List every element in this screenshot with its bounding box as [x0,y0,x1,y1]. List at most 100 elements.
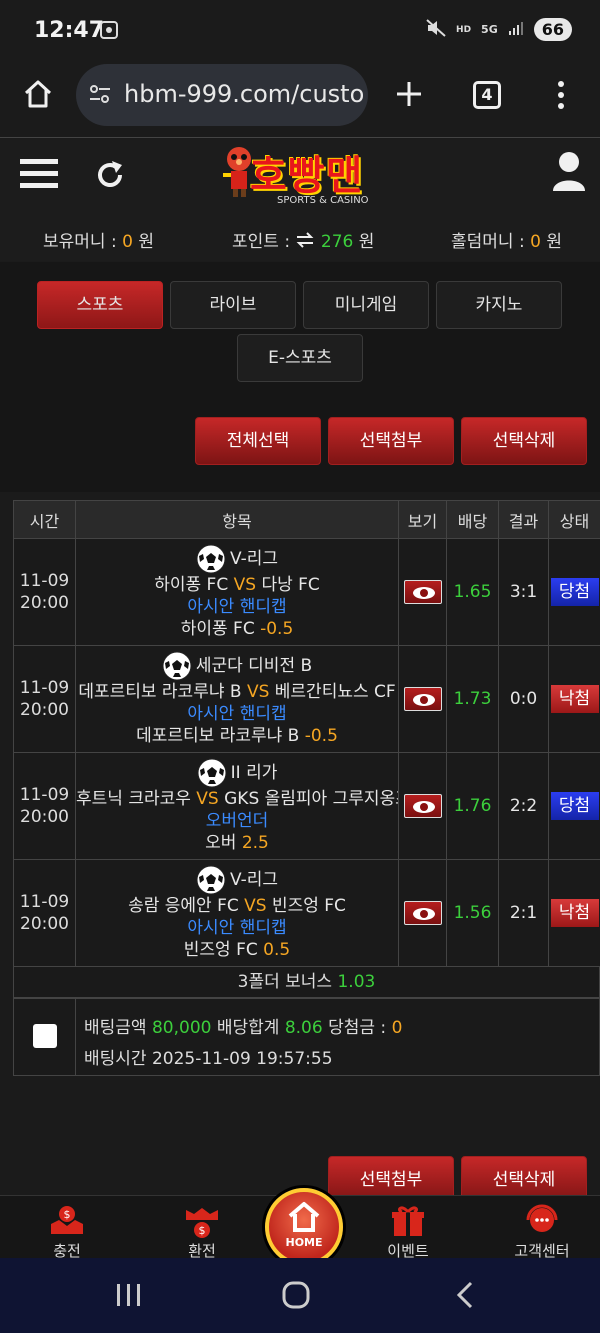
money-balance: 보유머니 : 0 원 [43,232,154,252]
nav-event[interactable]: 이벤트 [358,1204,458,1261]
hd-voice-icon: HD [456,24,472,35]
eye-icon [412,694,435,706]
result-score: 2:2 [498,752,549,860]
holdem-balance: 홀덤머니 : 0 원 [451,232,562,252]
new-tab-icon[interactable] [395,80,423,112]
deposit-icon: $ [51,1206,83,1234]
view-cell [398,538,447,646]
gift-icon [392,1206,424,1236]
tab-casino[interactable]: 카지노 [436,281,562,329]
nav-deposit[interactable]: $ 충전 [17,1204,117,1261]
header-view: 보기 [398,500,447,539]
browser-toolbar: hbm-999.com/custo 4 [0,60,600,138]
bet-summary: 배팅금액 80,000 배당합계 8.06 당첨금 : 0 배팅시간 2025-… [13,998,600,1076]
market-type: 아시안 핸디캡 [187,597,287,617]
status-cell: 당첨 [548,538,600,646]
system-icons: HD 5G 66 [426,18,572,41]
folder-bonus: 3폴더 보너스 1.03 [13,966,600,998]
nav-withdraw[interactable]: $ 환전 [152,1204,252,1261]
match-teams: 데포르티보 라코루냐 B VS 베르간티뇨스 CF [78,682,396,702]
bet-time-cell: 11-09 20:00 [13,859,76,967]
recent-apps-icon[interactable] [116,1283,142,1311]
bet-pick: 오버 2.5 [205,833,269,853]
result-score: 3:1 [498,538,549,646]
network-label: 5G [481,23,498,36]
bet-select-checkbox[interactable] [33,1024,57,1048]
attach-selected-button[interactable]: 선택첨부 [328,417,454,465]
table-row: 11-09 20:00 세군다 디비전 B 데포르티보 라코루냐 B VS 베르… [13,645,600,753]
table-row: 11-09 20:00 II 리가 후트닉 크라코우 VS GKS 올림피아 그… [13,752,600,860]
site-logo[interactable]: 호빵맨 [250,143,363,201]
clock: 12:47 [34,18,105,43]
odds-value: 1.65 [446,538,499,646]
view-details-button[interactable] [403,794,442,818]
tab-live[interactable]: 라이브 [170,281,296,329]
system-home-icon[interactable] [282,1281,310,1313]
bet-time: 배팅시간 2025-11-09 19:57:55 [84,1049,333,1069]
status-bar: 12:47 HD 5G 66 [0,0,600,60]
league-name: V-리그 [229,549,279,569]
soccer-ball-icon [162,651,192,681]
view-cell [398,752,447,860]
odds-value: 1.73 [446,645,499,753]
back-icon[interactable] [455,1281,475,1313]
site-logo-subtitle: SPORTS & CASINO [277,195,369,206]
site-settings-icon[interactable] [88,82,112,106]
tab-sports[interactable]: 스포츠 [37,281,163,329]
refresh-icon[interactable] [94,159,126,195]
select-all-button[interactable]: 전체선택 [195,417,321,465]
site-header: 호빵맨 SPORTS & CASINO 보유머니 : 0 원 포인트 : 276… [0,139,600,261]
status-cell: 낙첨 [548,859,600,967]
category-menu: 스포츠 라이브 미니게임 카지노 E-스포츠 전체선택 선택첨부 선택삭제 [0,262,600,492]
address-bar[interactable]: hbm-999.com/custo [76,64,368,126]
status-badge: 낙첨 [550,685,599,713]
header-result: 결과 [498,500,549,539]
header-time: 시간 [13,500,76,539]
signal-icon [508,20,524,40]
eye-icon [412,801,435,813]
view-details-button[interactable] [403,687,442,711]
bet-pick: 빈즈엉 FC 0.5 [183,940,291,960]
bet-pick: 데포르티보 라코루냐 B -0.5 [136,726,338,746]
eye-icon [412,908,435,920]
bet-item-cell: V-리그 하이퐁 FC VS 다낭 FC 아시안 핸디캡 하이퐁 FC -0.5 [75,538,399,646]
nav-support[interactable]: 고객센터 [492,1204,592,1261]
soccer-ball-icon [196,544,226,574]
url-text: hbm-999.com/custo [124,80,365,108]
bet-history-table: 시간 항목 보기 배당 결과 상태 11-09 20:00 V-리그 하이퐁 F… [13,500,600,967]
svg-text:$: $ [64,1208,71,1221]
bet-amounts: 배팅금액 80,000 배당합계 8.06 당첨금 : 0 [84,1018,403,1038]
support-chat-icon [526,1204,558,1232]
tab-switcher-button[interactable]: 4 [473,81,501,109]
delete-selected-button[interactable]: 선택삭제 [461,417,587,465]
mute-icon [426,18,446,41]
point-balance[interactable]: 포인트 : 276 원 [232,227,374,253]
soccer-ball-icon [196,865,226,895]
result-score: 0:0 [498,645,549,753]
view-details-button[interactable] [403,901,442,925]
table-row: 11-09 20:00 V-리그 송람 응에안 FC VS 빈즈엉 FC 아시안… [13,859,600,967]
table-header-row: 시간 항목 보기 배당 결과 상태 [13,500,600,539]
league-name: 세군다 디비전 B [195,656,313,676]
view-cell [398,645,447,753]
user-profile-icon[interactable] [551,151,587,195]
bet-pick: 하이퐁 FC -0.5 [180,619,294,639]
market-type: 아시안 핸디캡 [187,918,287,938]
bet-item-cell: II 리가 후트닉 크라코우 VS GKS 올림피아 그루지옹즈 오버언더 오버… [75,752,399,860]
home-icon[interactable] [22,78,54,114]
exchange-icon[interactable] [295,231,315,253]
soccer-ball-icon [197,758,227,788]
hamburger-menu-icon[interactable] [20,157,58,195]
tab-esports[interactable]: E-스포츠 [237,334,363,382]
system-navigation-bar [0,1258,600,1333]
status-cell: 낙첨 [548,645,600,753]
more-options-icon[interactable] [556,80,566,114]
market-type: 오버언더 [205,811,269,831]
odds-value: 1.56 [446,859,499,967]
home-icon [288,1202,320,1232]
home-button[interactable]: HOME [265,1188,343,1266]
status-badge: 당첨 [550,792,599,820]
result-score: 2:1 [498,859,549,967]
tab-minigame[interactable]: 미니게임 [303,281,429,329]
view-details-button[interactable] [403,580,442,604]
